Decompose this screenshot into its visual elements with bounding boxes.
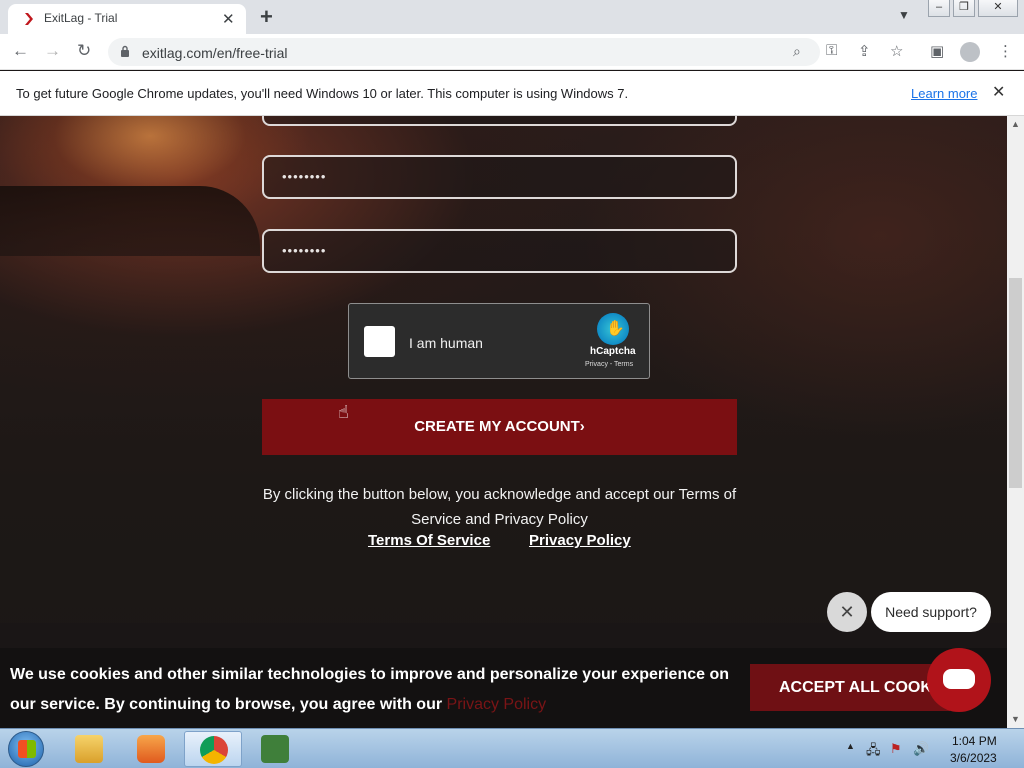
acknowledge-text: By clicking the button below, you acknow… (262, 486, 737, 528)
action-center-icon[interactable]: ⚑ (890, 741, 902, 757)
create-account-button[interactable]: CREATE MY ACCOUNT› (262, 399, 737, 455)
taskbar-csharp[interactable] (246, 731, 304, 767)
minimize-button[interactable]: – (928, 0, 950, 17)
lock-icon (121, 45, 129, 57)
address-bar[interactable]: exitlag.com/en/free-trial ⌕ (108, 38, 820, 66)
password-field[interactable]: •••••••• (262, 155, 737, 199)
restore-button[interactable]: ❐ (953, 0, 975, 17)
page-content: •••••••• •••••••• I am human ✋ hCaptcha … (0, 116, 1007, 728)
learn-more-link[interactable]: Learn more (911, 86, 977, 101)
tab-close-icon[interactable]: ✕ (222, 10, 235, 28)
volume-icon[interactable]: 🔊 (913, 741, 929, 757)
side-panel-icon[interactable]: ▣ (930, 42, 944, 60)
chat-bubble-icon (943, 669, 975, 689)
search-icon[interactable]: ⌕ (793, 43, 801, 60)
browser-toolbar: ← → ↻ exitlag.com/en/free-trial ⌕ ⚿ ⇪ ☆ … (0, 34, 1024, 70)
scrollbar-thumb[interactable] (1009, 278, 1022, 488)
media-player-icon (137, 735, 165, 763)
folder-icon (75, 735, 103, 763)
cookie-text: We use cookies and other similar technol… (10, 666, 730, 713)
confirm-password-mask: •••••••• (282, 243, 327, 258)
tab-search-chevron-icon[interactable]: ▼ (898, 8, 910, 22)
need-support-bubble[interactable]: Need support? (871, 592, 991, 632)
csharp-icon (261, 735, 289, 763)
close-window-button[interactable]: ✕ (978, 0, 1018, 17)
infobar-close-icon[interactable]: ✕ (992, 82, 1005, 102)
hand-icon: ✋ (606, 320, 625, 337)
clock-date[interactable]: 3/6/2023 (950, 751, 997, 765)
cookie-banner: We use cookies and other similar technol… (0, 648, 1007, 728)
chrome-icon (200, 736, 228, 764)
scroll-up-icon[interactable]: ▲ (1011, 119, 1020, 129)
hcaptcha-logo-icon: ✋ (597, 313, 629, 345)
cookie-message: We use cookies and other similar technol… (10, 660, 730, 720)
captcha-checkbox[interactable] (364, 326, 395, 357)
browser-tab-active[interactable]: ExitLag - Trial ✕ (8, 4, 246, 34)
forward-arrow-icon[interactable]: → (44, 41, 61, 61)
taskbar-media-player[interactable] (122, 731, 180, 767)
network-icon[interactable]: 🖧 (866, 741, 881, 763)
privacy-policy-link[interactable]: Privacy Policy (529, 532, 631, 549)
hcaptcha-widget: I am human ✋ hCaptcha Privacy - Terms (348, 303, 650, 379)
back-arrow-icon[interactable]: ← (12, 41, 29, 61)
new-tab-button[interactable]: + (260, 4, 273, 30)
chat-launcher-button[interactable] (927, 648, 991, 712)
email-field[interactable] (262, 116, 737, 126)
start-button[interactable] (8, 731, 44, 767)
key-icon[interactable]: ⚿ (826, 42, 837, 59)
password-mask: •••••••• (282, 169, 327, 184)
tab-title: ExitLag - Trial (44, 11, 118, 25)
infobar-message: To get future Google Chrome updates, you… (16, 86, 629, 101)
bookmark-star-icon[interactable]: ☆ (890, 42, 903, 60)
captcha-brand: hCaptcha (590, 346, 636, 357)
profile-avatar-icon[interactable] (960, 42, 980, 62)
tray-expand-icon[interactable]: ▲ (846, 741, 855, 751)
update-infobar: To get future Google Chrome updates, you… (0, 71, 1024, 116)
windows-taskbar: ▲ 🖧 ⚑ 🔊 1:04 PM 3/6/2023 (0, 728, 1024, 768)
reload-icon[interactable]: ↻ (77, 41, 91, 61)
exitlag-favicon-icon (25, 13, 33, 25)
support-close-button[interactable]: ✕ (827, 592, 867, 632)
accept-cookies-button[interactable]: ACCEPT ALL COOKIES (750, 664, 950, 711)
captcha-label: I am human (409, 335, 483, 351)
taskbar-chrome[interactable] (184, 731, 242, 767)
windows-logo-icon (18, 740, 36, 758)
taskbar-explorer[interactable] (60, 731, 118, 767)
share-icon[interactable]: ⇪ (858, 42, 871, 60)
background-landscape (0, 186, 260, 256)
hand-cursor-icon: ☝ (338, 402, 349, 422)
confirm-password-field[interactable]: •••••••• (262, 229, 737, 273)
browser-titlebar: ExitLag - Trial ✕ + ▼ – ❐ ✕ (0, 0, 1024, 34)
clock-time[interactable]: 1:04 PM (952, 734, 997, 748)
scroll-down-icon[interactable]: ▼ (1011, 714, 1020, 724)
url-text: exitlag.com/en/free-trial (142, 45, 288, 61)
cookie-privacy-link[interactable]: Privacy Policy (447, 696, 547, 713)
page-scrollbar[interactable]: ▲ ▼ (1007, 116, 1024, 728)
menu-kebab-icon[interactable]: ⋮ (998, 42, 1013, 60)
captcha-privacy-terms-link[interactable]: Privacy - Terms (585, 361, 633, 368)
terms-of-service-link[interactable]: Terms Of Service (368, 532, 490, 549)
